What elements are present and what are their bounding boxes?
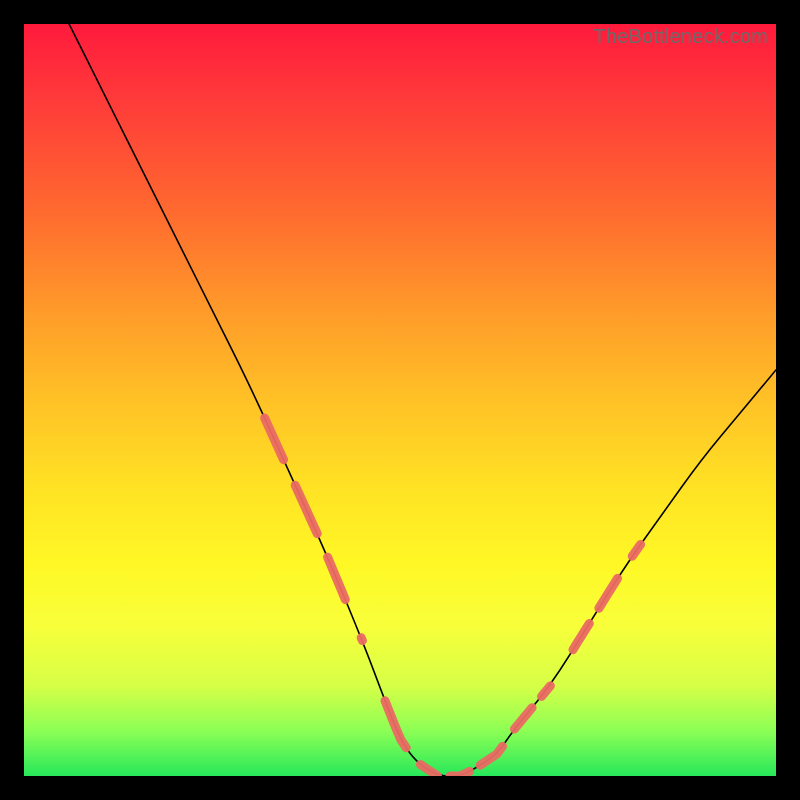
highlight-dash [265, 418, 284, 460]
highlight-dash [295, 485, 317, 533]
chart-svg [24, 24, 776, 776]
chart-frame: TheBottleneck.com [0, 0, 800, 800]
highlight-dash [361, 638, 362, 641]
highlight-dash [480, 746, 502, 765]
chart-plot-area: TheBottleneck.com [24, 24, 776, 776]
highlight-dash [385, 701, 406, 748]
highlight-dash [632, 544, 640, 556]
highlight-dash [599, 578, 618, 608]
highlight-dash [450, 771, 470, 776]
highlight-dash [542, 686, 551, 697]
highlight-dash [514, 708, 532, 729]
highlight-dash [328, 557, 346, 600]
highlight-dashes [265, 418, 641, 776]
highlight-dash [420, 765, 437, 777]
bottleneck-curve-line [69, 24, 776, 776]
highlight-dash [573, 624, 589, 650]
